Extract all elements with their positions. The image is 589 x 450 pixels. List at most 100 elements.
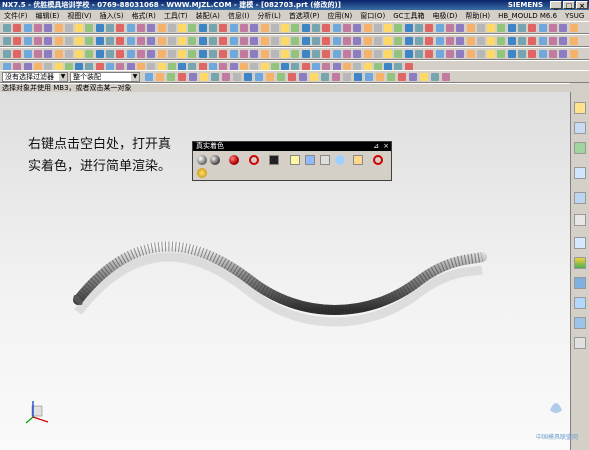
toolbar-tool-icon[interactable] — [404, 24, 413, 32]
snap-point-icon[interactable] — [211, 73, 219, 81]
toolbar-tool-icon[interactable] — [384, 37, 393, 45]
toolbar-tool-icon[interactable] — [85, 24, 94, 32]
toolbar-tool-icon[interactable] — [126, 50, 135, 58]
toolbar-tool-icon[interactable] — [136, 24, 145, 32]
menu-insert[interactable]: 插入(S) — [96, 11, 128, 21]
toolbar-tool-icon[interactable] — [3, 37, 11, 45]
toolbar-tool-icon[interactable] — [487, 24, 496, 32]
toolbar-tool-icon[interactable] — [281, 50, 290, 58]
toolbar-tool-icon[interactable] — [548, 50, 557, 58]
toolbar-tool-icon[interactable] — [456, 50, 465, 58]
toolbar-tool-icon[interactable] — [291, 50, 300, 58]
toolbar-tool-icon[interactable] — [95, 50, 104, 58]
toolbar-tool-icon[interactable] — [167, 24, 176, 32]
toolbar-tool-icon[interactable] — [75, 24, 84, 32]
toolbar-tool-icon[interactable] — [54, 50, 63, 58]
menu-format[interactable]: 格式(R) — [128, 11, 160, 21]
toolbar-tool-icon[interactable] — [291, 24, 300, 32]
menu-preferences[interactable]: 首选项(P) — [285, 11, 324, 21]
toolbar-tool-icon[interactable] — [239, 37, 248, 45]
effects-icon[interactable] — [353, 155, 363, 165]
toolbar-tool-icon[interactable] — [260, 37, 269, 45]
toolbar-tool-icon[interactable] — [13, 24, 22, 32]
menu-tools[interactable]: 工具(T) — [160, 11, 192, 21]
toolbar-tool-icon[interactable] — [219, 37, 228, 45]
toolbar-tool-icon[interactable] — [270, 24, 279, 32]
snap-point-icon[interactable] — [244, 73, 252, 81]
object-material-icon[interactable] — [229, 155, 239, 165]
toolbar-tool-icon[interactable] — [507, 24, 516, 32]
toolbar-tool-icon[interactable] — [301, 50, 310, 58]
toolbar-tool-icon[interactable] — [394, 50, 403, 58]
floor-grid-icon[interactable] — [320, 155, 330, 165]
toolbar-tool-icon[interactable] — [456, 37, 465, 45]
toolbar-tool-icon[interactable] — [373, 50, 382, 58]
toolbar-tool-icon[interactable] — [250, 24, 259, 32]
type-filter-dropdown[interactable]: 没有选择过滤器 ▼ — [2, 72, 68, 82]
background-icon[interactable] — [269, 155, 279, 165]
toolbar-tool-icon[interactable] — [322, 24, 331, 32]
true-shading-icon[interactable] — [197, 155, 207, 165]
remove-material-icon[interactable] — [249, 155, 259, 165]
toolbar-tool-icon[interactable] — [548, 37, 557, 45]
toolbar-tool-icon[interactable] — [353, 37, 362, 45]
toolbar-tool-icon[interactable] — [291, 37, 300, 45]
snap-point-icon[interactable] — [255, 73, 263, 81]
toolbar-tool-icon[interactable] — [95, 37, 104, 45]
toolbar-tool-icon[interactable] — [363, 24, 372, 32]
toolbar-tool-icon[interactable] — [538, 24, 547, 32]
visual-effects-icon[interactable] — [574, 277, 586, 289]
maximize-button[interactable]: □ — [563, 1, 575, 10]
toolbar-tool-icon[interactable] — [33, 24, 42, 32]
menu-window[interactable]: 窗口(O) — [356, 11, 389, 21]
toolbar-tool-icon[interactable] — [147, 37, 156, 45]
toolbar-tool-icon[interactable] — [518, 50, 526, 58]
menu-help[interactable]: 帮助(H) — [461, 11, 494, 21]
menu-application[interactable]: 应用(N) — [324, 11, 357, 21]
toolbar-tool-icon[interactable] — [260, 50, 269, 58]
toolbar-tool-icon[interactable] — [497, 24, 506, 32]
toolbar-tool-icon[interactable] — [44, 37, 53, 45]
more-resources-icon[interactable] — [574, 337, 586, 349]
toolbar-tool-icon[interactable] — [487, 50, 496, 58]
toolbar-tool-icon[interactable] — [538, 50, 547, 58]
toolbar-tool-icon[interactable] — [445, 50, 454, 58]
snap-point-icon[interactable] — [178, 73, 186, 81]
toolbar-tool-icon[interactable] — [106, 24, 114, 32]
toolbar-tool-icon[interactable] — [250, 50, 259, 58]
toolbar-tool-icon[interactable] — [95, 24, 104, 32]
toolbar-tool-icon[interactable] — [353, 50, 362, 58]
toolbar-tool-icon[interactable] — [425, 37, 434, 45]
web-browser-icon[interactable] — [574, 192, 586, 204]
toolbar-tool-icon[interactable] — [466, 24, 475, 32]
toolbar-tool-icon[interactable] — [497, 37, 506, 45]
snap-point-icon[interactable] — [321, 73, 329, 81]
snap-point-icon[interactable] — [420, 73, 428, 81]
toolbar-tool-icon[interactable] — [435, 24, 444, 32]
snap-point-icon[interactable] — [376, 73, 384, 81]
constraint-navigator-icon[interactable] — [574, 122, 586, 134]
toolbar-tool-icon[interactable] — [518, 24, 526, 32]
toolbar-tool-icon[interactable] — [281, 37, 290, 45]
person-icon[interactable] — [305, 155, 315, 165]
toolbar-tool-icon[interactable] — [425, 24, 434, 32]
toolbar-tool-icon[interactable] — [157, 50, 166, 58]
toolbar-tool-icon[interactable] — [507, 50, 516, 58]
toolbar-tool-icon[interactable] — [425, 50, 434, 58]
menu-edit[interactable]: 编辑(E) — [32, 11, 64, 21]
toolbar-tool-icon[interactable] — [229, 50, 238, 58]
toolbar-tool-icon[interactable] — [44, 50, 53, 58]
snap-point-icon[interactable] — [222, 73, 230, 81]
toolbar-tool-icon[interactable] — [178, 24, 187, 32]
toolbar-tool-icon[interactable] — [497, 50, 506, 58]
toolbar-tool-icon[interactable] — [312, 50, 320, 58]
toolbar-tool-icon[interactable] — [466, 37, 475, 45]
toolbar-tool-icon[interactable] — [353, 24, 362, 32]
toolbar-tool-icon[interactable] — [106, 50, 114, 58]
toolbar-tool-icon[interactable] — [569, 37, 578, 45]
toolbar-tool-icon[interactable] — [44, 24, 53, 32]
toolbar-tool-icon[interactable] — [538, 37, 547, 45]
toolbar-tool-icon[interactable] — [167, 37, 176, 45]
reuse-library-icon[interactable] — [574, 167, 586, 179]
lights-icon[interactable] — [290, 155, 300, 165]
